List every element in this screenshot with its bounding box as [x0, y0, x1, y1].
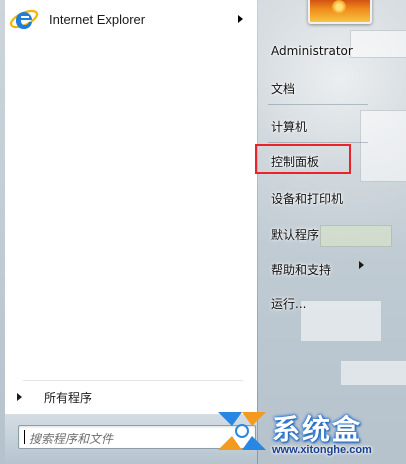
- menu-item-help-and-support[interactable]: 帮助和支持: [271, 261, 331, 278]
- program-item-internet-explorer[interactable]: Internet Explorer: [7, 3, 253, 35]
- separator: [23, 380, 243, 381]
- start-menu-places-panel: Administrator 文档 计算机 控制面板 设备和打印机 默认程序 帮助…: [258, 0, 406, 464]
- menu-item-devices-and-printers[interactable]: 设备和打印机: [271, 190, 343, 207]
- program-item-label: Internet Explorer: [49, 11, 146, 27]
- all-programs-label: 所有程序: [44, 390, 93, 405]
- watermark: 系统盒 www.xitonghe.com: [210, 404, 406, 464]
- user-avatar[interactable]: [308, 0, 372, 24]
- jump-list-arrow-icon[interactable]: [238, 15, 243, 23]
- menu-item-computer[interactable]: 计算机: [271, 118, 307, 135]
- internet-explorer-icon: [7, 3, 41, 35]
- separator: [268, 142, 368, 143]
- separator: [268, 104, 368, 105]
- watermark-logo-icon: [218, 412, 266, 450]
- menu-item-administrator[interactable]: Administrator: [271, 44, 353, 58]
- triangle-right-icon: [359, 261, 364, 269]
- menu-item-default-programs[interactable]: 默认程序: [271, 226, 319, 243]
- triangle-right-icon: [17, 393, 22, 401]
- watermark-url: www.xitonghe.com: [272, 444, 372, 456]
- watermark-name: 系统盒: [272, 413, 363, 446]
- menu-item-run[interactable]: 运行...: [271, 295, 306, 312]
- start-menu-programs-panel: Internet Explorer 所有程序 搜索程序和文件: [5, 0, 258, 464]
- search-placeholder: 搜索程序和文件: [29, 432, 114, 446]
- highlight-box-control-panel: [255, 144, 351, 174]
- menu-item-documents[interactable]: 文档: [271, 80, 295, 97]
- text-caret: [24, 430, 25, 444]
